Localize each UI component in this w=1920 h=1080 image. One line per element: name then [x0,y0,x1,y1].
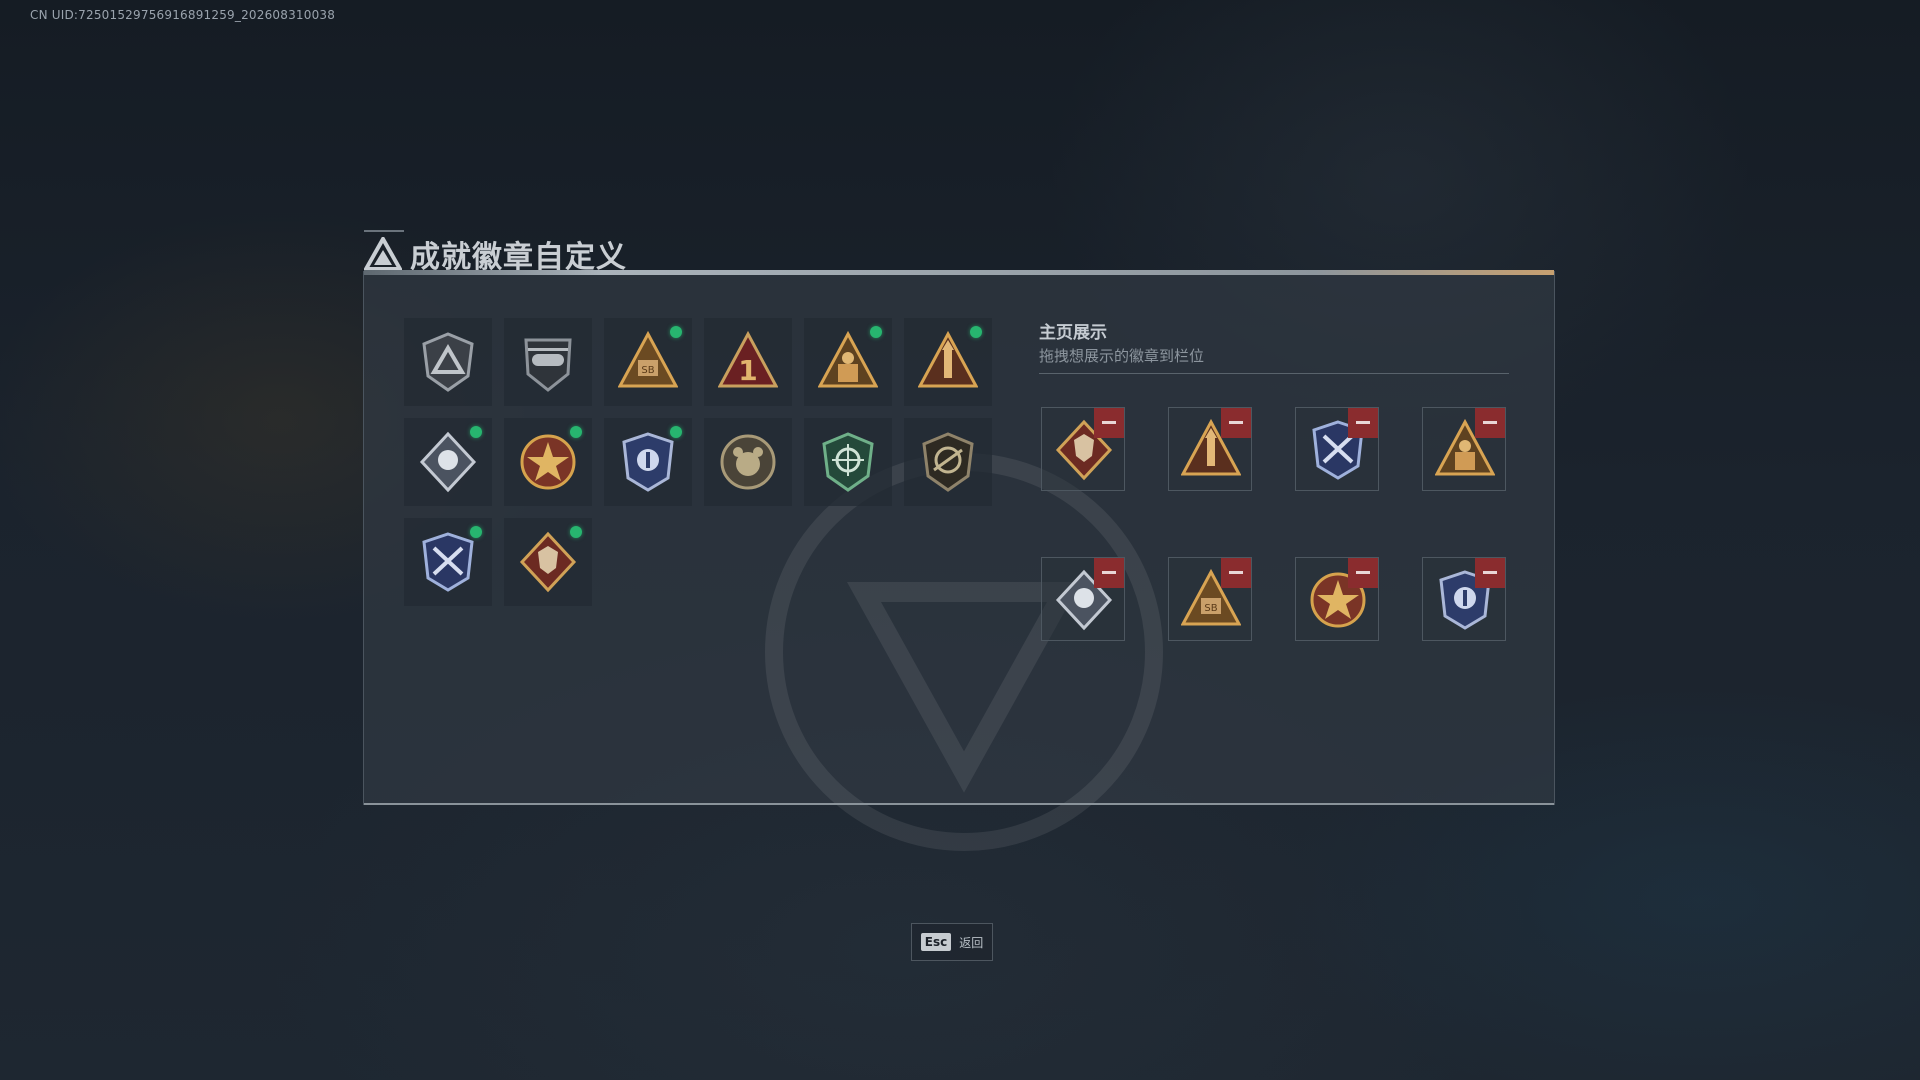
slot-star[interactable] [1295,557,1379,641]
remove-badge-button[interactable] [1348,558,1378,588]
badge-blue-arrows-icon [422,532,474,592]
badge-grey-bear-icon [720,434,776,490]
badge-green-target-icon [822,432,874,492]
new-indicator-icon [570,526,582,538]
badge-grey-heli-icon [524,338,572,392]
remove-badge-button[interactable] [1348,408,1378,438]
esc-key-icon: Esc [920,933,952,951]
new-indicator-icon [670,426,682,438]
badge-grey-shield-icon [422,332,474,392]
slot-soldier[interactable] [1422,407,1506,491]
rocket-triangle-badge[interactable] [904,318,992,406]
badge-dark-plane-icon [922,432,974,492]
shield-emblem-badge[interactable] [404,318,492,406]
delta-logo-icon [364,237,402,271]
eagle-diamond-badge[interactable] [404,418,492,506]
new-indicator-icon [970,326,982,338]
badge-red-wolf-icon [519,531,577,593]
badge-gold-rocket-icon [918,330,978,388]
slot-arrows[interactable] [1295,407,1379,491]
slot-eagle[interactable] [1041,557,1125,641]
slot-police[interactable] [1422,557,1506,641]
badge-gold-soldier-icon [818,330,878,388]
svg-text:SB: SB [641,365,654,376]
panel-top-bar [364,270,1554,275]
number-one-badge[interactable]: 1 [704,318,792,406]
crossed-arrows-badge[interactable] [404,518,492,606]
remove-badge-button[interactable] [1475,408,1505,438]
bear-round-badge[interactable] [704,418,792,506]
helicopter-badge[interactable] [504,318,592,406]
svg-text:1: 1 [738,354,757,387]
new-indicator-icon [570,426,582,438]
svg-text:SB: SB [1204,603,1217,614]
sb-triangle-badge[interactable]: SB [604,318,692,406]
badge-red-star-icon [520,434,576,490]
star-medal-badge[interactable] [504,418,592,506]
slot-sb[interactable]: SB [1168,557,1252,641]
showcase-divider [1039,373,1509,374]
slot-wolf[interactable] [1041,407,1125,491]
crosshair-shield-badge[interactable] [804,418,892,506]
remove-badge-button[interactable] [1221,408,1251,438]
plane-round-badge[interactable] [904,418,992,506]
remove-badge-button[interactable] [1475,558,1505,588]
remove-badge-button[interactable] [1094,558,1124,588]
blue-shield-badge[interactable] [604,418,692,506]
remove-badge-button[interactable] [1094,408,1124,438]
soldier-triangle-badge[interactable] [804,318,892,406]
back-label: 返回 [959,935,984,950]
uid-label: CN UID:7250152975691689125​9_20260831003… [30,8,336,22]
back-button[interactable]: Esc 返回 [911,923,993,961]
new-indicator-icon [870,326,882,338]
slot-rocket[interactable] [1168,407,1252,491]
new-indicator-icon [470,526,482,538]
badge-blue-police-icon [622,432,674,492]
new-indicator-icon [670,326,682,338]
remove-badge-button[interactable] [1221,558,1251,588]
new-indicator-icon [470,426,482,438]
badge-panel: SB 1 主页展示 拖拽想展示的徽章到栏位 SB [363,270,1555,851]
wolf-diamond-badge[interactable] [504,518,592,606]
badge-red-one-icon: 1 [718,330,778,388]
badge-silver-eagle-icon [419,431,477,493]
showcase-title: 主页展示 [1039,323,1107,343]
showcase-subtitle: 拖拽想展示的徽章到栏位 [1039,347,1205,365]
badge-gold-sb-icon: SB [618,330,678,388]
panel-bottom-line [364,803,1554,805]
